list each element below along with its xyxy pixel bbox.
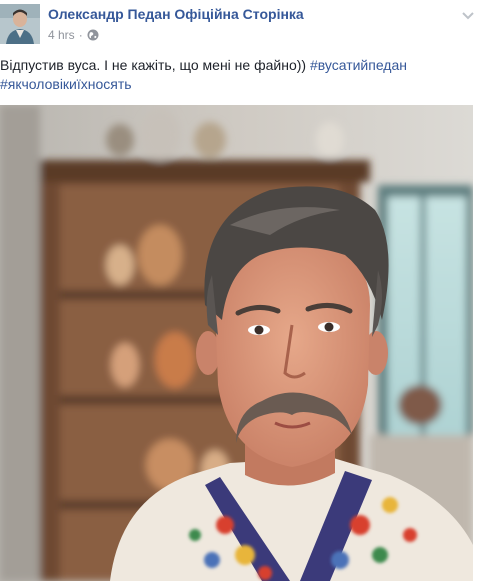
globe-icon[interactable] [87,29,99,41]
facebook-post: Олександр Педан Офіційна Сторінка 4 hrs … [0,0,481,581]
avatar-image [0,4,40,44]
hashtag-link[interactable]: #якчоловікиїхносять [0,76,132,92]
post-meta: 4 hrs · [48,27,99,43]
post-message-text: Відпустив вуса. І не кажіть, що мені не … [0,57,310,73]
post-timestamp[interactable]: 4 hrs [48,28,75,42]
author-name-link[interactable]: Олександр Педан Офіційна Сторінка [48,6,304,22]
post-photo[interactable] [0,105,473,581]
post-message: Відпустив вуса. І не кажіть, що мені не … [0,56,470,94]
author-avatar[interactable] [0,4,40,44]
chevron-down-icon[interactable] [461,8,475,22]
portrait-image [0,105,473,581]
hashtag-link[interactable]: #вусатийпедан [310,57,407,73]
meta-separator: · [78,28,83,42]
